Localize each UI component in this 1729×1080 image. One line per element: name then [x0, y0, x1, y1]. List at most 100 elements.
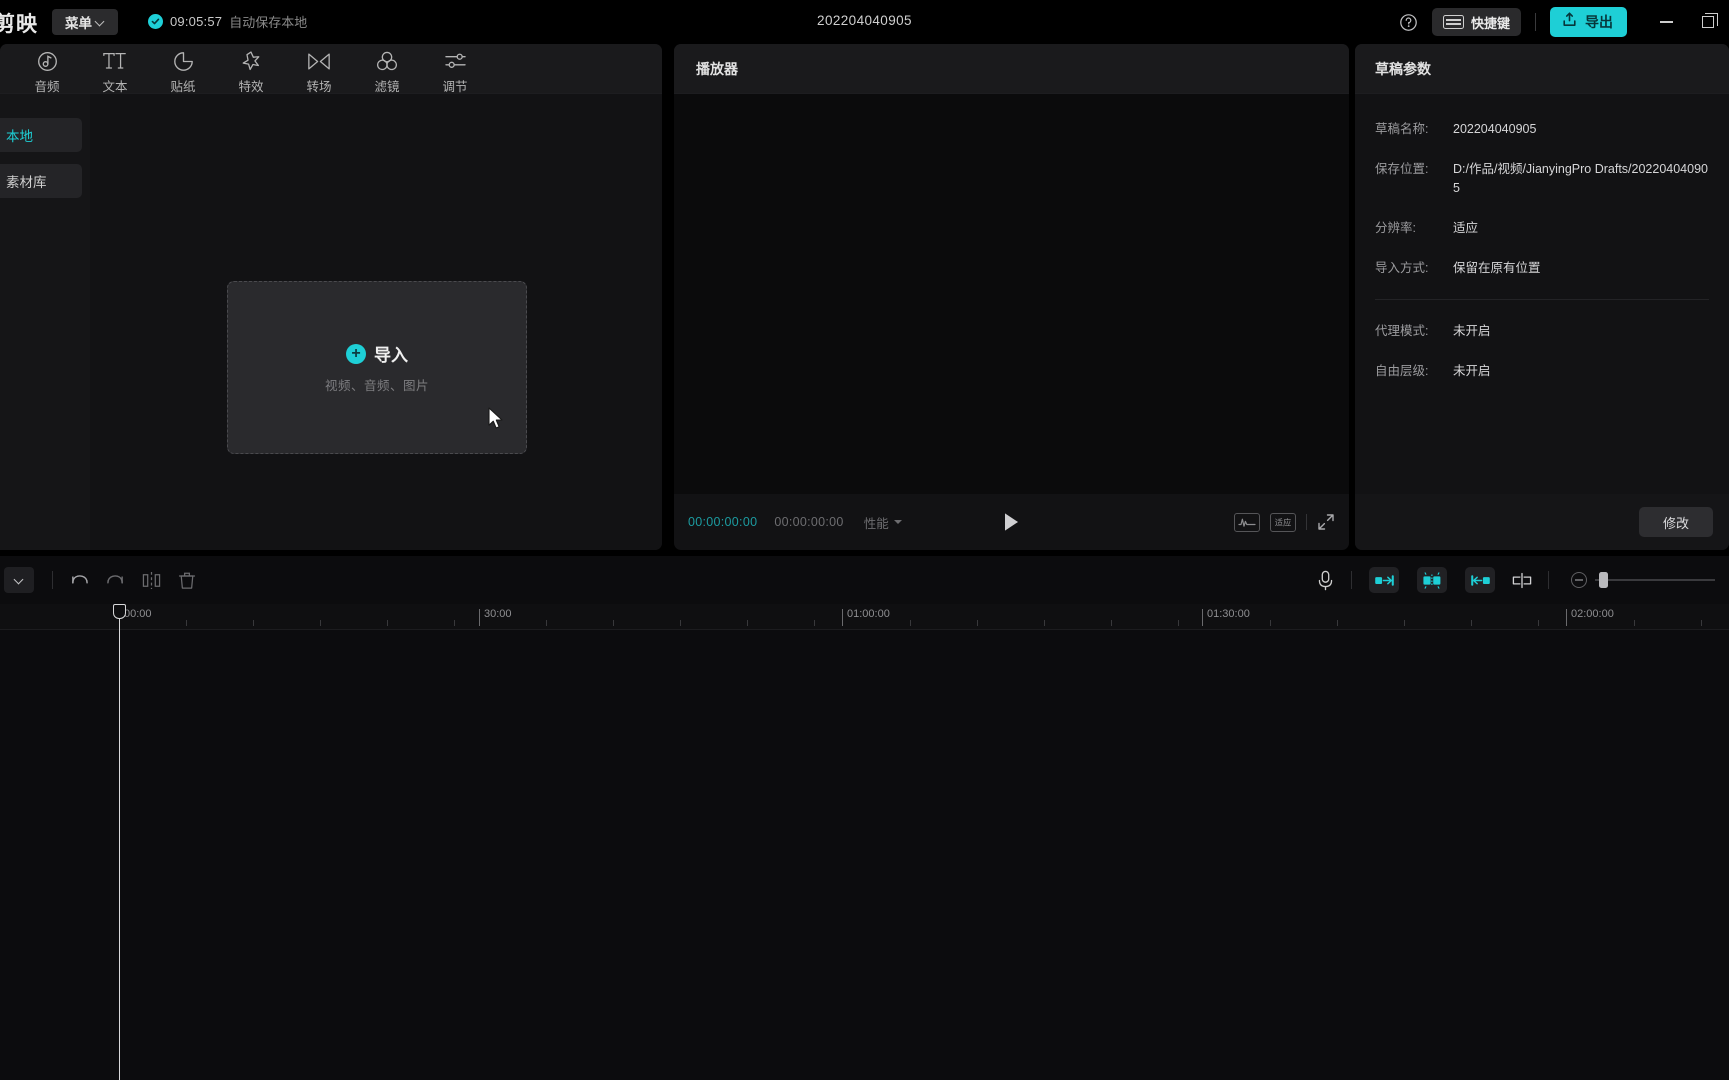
- playhead-handle[interactable]: [113, 604, 126, 619]
- ruler-tick: [1337, 620, 1338, 626]
- ruler-tick: [253, 620, 254, 626]
- ruler-tick: [977, 620, 978, 626]
- crop-button[interactable]: [1504, 565, 1540, 595]
- draft-params-panel: 草稿参数 草稿名称: 202204040905 保存位置: D:/作品/视频/J…: [1355, 44, 1729, 550]
- maximize-button[interactable]: [1687, 0, 1729, 44]
- split-button[interactable]: [133, 565, 169, 595]
- media-content-area: + 导入 视频、音频、图片: [90, 94, 662, 550]
- draft-params-title: 草稿参数: [1375, 59, 1431, 79]
- mouse-cursor-icon: [488, 407, 505, 436]
- auto-cut-button[interactable]: [1417, 567, 1447, 593]
- title-bar: 剪映 菜单 09:05:57 自动保存本地 202204040905: [0, 0, 1729, 44]
- param-value: 保留在原有位置: [1453, 259, 1711, 278]
- param-row-proxy-mode: 代理模式: 未开启: [1355, 322, 1729, 341]
- tab-sticker[interactable]: 贴纸: [149, 44, 217, 95]
- tab-text[interactable]: 文本: [81, 44, 149, 95]
- microphone-button[interactable]: [1307, 565, 1343, 595]
- filter-icon: [376, 50, 398, 72]
- param-value: 未开启: [1453, 322, 1711, 341]
- sidebar-item-library[interactable]: 素材库: [0, 164, 82, 198]
- param-key: 代理模式:: [1375, 322, 1453, 341]
- ruler-tick: [680, 620, 681, 626]
- mirror-right-button[interactable]: [1465, 567, 1495, 593]
- sidebar-item-local[interactable]: 本地: [0, 118, 82, 152]
- menu-button[interactable]: 菜单: [52, 9, 118, 35]
- redo-button[interactable]: [97, 565, 133, 595]
- ruler-tick: [1404, 620, 1405, 626]
- play-button[interactable]: [999, 509, 1025, 535]
- media-panel: 媒体 音频 文本 贴: [0, 44, 662, 550]
- delete-button[interactable]: [169, 565, 205, 595]
- tab-effects[interactable]: 特效: [217, 44, 285, 95]
- chevron-down-icon: [96, 18, 105, 27]
- total-timecode: 00:00:00:00: [774, 515, 843, 529]
- help-circle-icon[interactable]: [1392, 5, 1426, 39]
- window-controls: [1645, 0, 1729, 44]
- modify-button-label: 修改: [1663, 513, 1689, 532]
- adjust-icon: [444, 50, 467, 72]
- fullscreen-icon[interactable]: [1317, 513, 1335, 531]
- modify-button[interactable]: 修改: [1639, 507, 1713, 537]
- mirror-left-button[interactable]: [1369, 567, 1399, 593]
- param-value: 未开启: [1453, 362, 1711, 381]
- zoom-knob[interactable]: [1599, 572, 1608, 588]
- tab-transition[interactable]: 转场: [285, 44, 353, 95]
- tab-audio[interactable]: 音频: [13, 44, 81, 95]
- param-key: 分辨率:: [1375, 219, 1453, 238]
- import-dropzone[interactable]: + 导入 视频、音频、图片: [227, 281, 527, 454]
- text-icon: [102, 50, 128, 72]
- sticker-icon: [173, 50, 194, 72]
- divider: [1351, 571, 1352, 589]
- ruler-major-tick: [479, 609, 480, 626]
- player-title: 播放器: [696, 59, 738, 79]
- titlebar-actions: 快捷键 导出: [1392, 0, 1729, 44]
- waveform-icon[interactable]: [1234, 513, 1260, 532]
- ruler-label-0: 00:00: [124, 608, 152, 620]
- zoom-out-icon[interactable]: [1571, 572, 1587, 588]
- tab-filter[interactable]: 滤镜: [353, 44, 421, 95]
- ruler-tick: [320, 620, 321, 626]
- export-upload-icon: [1561, 11, 1578, 33]
- tab-filter-label: 滤镜: [374, 76, 399, 95]
- tab-sticker-label: 贴纸: [170, 76, 195, 95]
- menu-button-label: 菜单: [65, 12, 92, 32]
- param-value: 适应: [1453, 219, 1711, 238]
- timeline-menu-button[interactable]: [4, 567, 34, 593]
- timeline-tracks[interactable]: 素材拖拽到这里，开始你的大作吧~: [0, 630, 1729, 1080]
- ruler-major-tick: [1202, 609, 1203, 626]
- autosave-label: 自动保存本地: [229, 12, 307, 31]
- param-row-import-mode: 导入方式: 保留在原有位置: [1355, 259, 1729, 278]
- zoom-track[interactable]: [1595, 579, 1715, 581]
- media-tab-bar: 媒体 音频 文本 贴: [0, 44, 662, 94]
- effects-icon: [240, 50, 262, 72]
- tab-media[interactable]: 媒体: [0, 44, 13, 95]
- ruler-tick: [387, 620, 388, 626]
- tab-adjust[interactable]: 调节: [421, 44, 489, 95]
- timeline-playhead[interactable]: [119, 604, 120, 1080]
- minimize-button[interactable]: [1645, 0, 1687, 44]
- timeline-toolbar: [0, 556, 1729, 604]
- performance-dropdown[interactable]: 性能: [864, 513, 902, 532]
- export-button[interactable]: 导出: [1550, 7, 1627, 37]
- ruler-tick: [1270, 620, 1271, 626]
- undo-button[interactable]: [61, 565, 97, 595]
- import-row: + 导入: [346, 341, 408, 366]
- plus-icon: +: [346, 344, 366, 364]
- zoom-slider[interactable]: [1571, 572, 1715, 588]
- divider: [1548, 571, 1549, 589]
- autosave-status: 09:05:57 自动保存本地: [148, 12, 307, 31]
- fit-scale-button[interactable]: 适应: [1270, 513, 1296, 532]
- param-value: 202204040905: [1453, 120, 1711, 139]
- player-canvas[interactable]: [674, 94, 1349, 494]
- transition-icon: [307, 50, 331, 72]
- keyboard-icon: [1443, 15, 1464, 29]
- shortcuts-button[interactable]: 快捷键: [1432, 8, 1521, 36]
- ruler-major-tick: [1566, 609, 1567, 626]
- timeline-ruler[interactable]: 00:00 30:00 01:00:00 01:30:00: [0, 604, 1729, 630]
- import-label: 导入: [374, 341, 408, 366]
- tab-transition-label: 转场: [306, 76, 331, 95]
- param-row-free-layer: 自由层级: 未开启: [1355, 362, 1729, 381]
- tab-audio-label: 音频: [34, 76, 59, 95]
- media-sidebar: 本地 素材库: [0, 94, 90, 550]
- draft-params-body: 草稿名称: 202204040905 保存位置: D:/作品/视频/Jianyi…: [1355, 94, 1729, 381]
